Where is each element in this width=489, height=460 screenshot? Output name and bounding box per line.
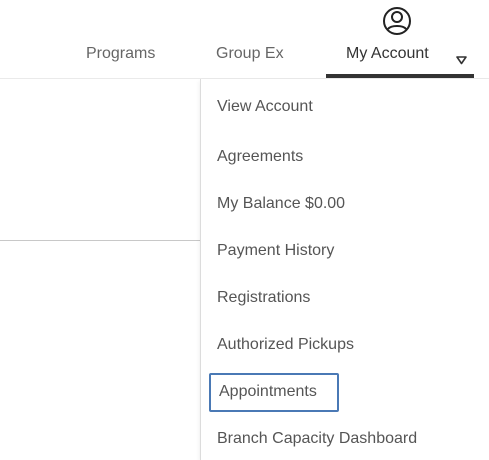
menu-item-my-balance[interactable]: My Balance $0.00 bbox=[217, 194, 345, 214]
page-root: Programs Group Ex My Account View Accoun… bbox=[0, 0, 489, 460]
menu-item-appointments[interactable]: Appointments bbox=[209, 373, 339, 412]
account-dropdown-menu: View Account Agreements My Balance $0.00… bbox=[200, 79, 489, 460]
menu-item-branch-capacity-dashboard[interactable]: Branch Capacity Dashboard bbox=[217, 429, 417, 449]
menu-item-view-account[interactable]: View Account bbox=[217, 97, 313, 117]
top-navigation: Programs Group Ex My Account bbox=[0, 0, 489, 78]
nav-my-account[interactable]: My Account bbox=[326, 0, 474, 78]
content-divider bbox=[0, 240, 200, 241]
nav-programs[interactable]: Programs bbox=[86, 45, 155, 63]
menu-item-agreements[interactable]: Agreements bbox=[217, 147, 303, 167]
caret-down-icon bbox=[456, 52, 467, 65]
menu-item-payment-history[interactable]: Payment History bbox=[217, 241, 334, 261]
menu-item-authorized-pickups[interactable]: Authorized Pickups bbox=[217, 335, 354, 355]
menu-item-registrations[interactable]: Registrations bbox=[217, 288, 310, 308]
user-circle-icon bbox=[382, 6, 412, 36]
nav-group-ex[interactable]: Group Ex bbox=[216, 45, 284, 63]
my-account-label: My Account bbox=[346, 45, 429, 62]
